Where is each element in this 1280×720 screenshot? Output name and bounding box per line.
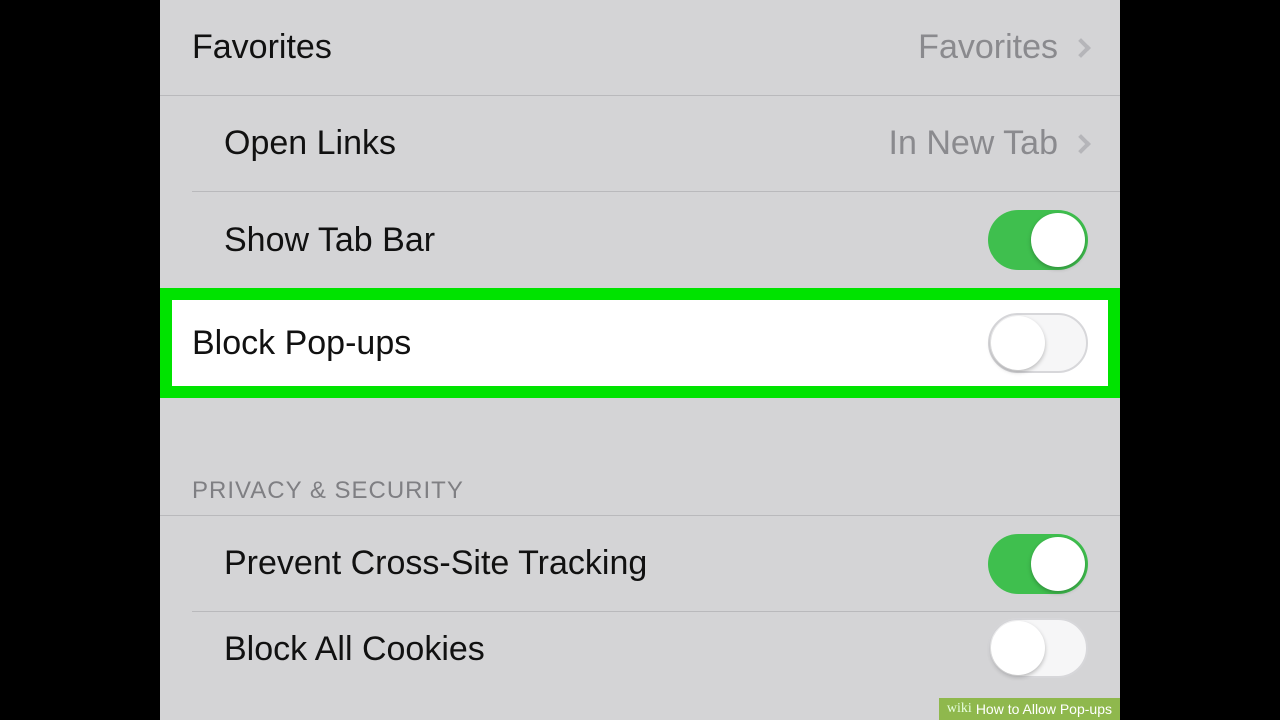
favorites-value-wrap: Favorites (918, 28, 1088, 67)
watermark: wiki How to Allow Pop-ups (939, 698, 1120, 720)
highlight-block-popups: Block Pop-ups (160, 288, 1120, 398)
favorites-label: Favorites (192, 28, 332, 67)
open-links-label: Open Links (224, 124, 396, 163)
chevron-right-icon (1071, 38, 1091, 58)
prevent-cross-site-label: Prevent Cross-Site Tracking (224, 544, 647, 583)
show-tab-bar-toggle[interactable] (988, 210, 1088, 270)
row-show-tab-bar: Show Tab Bar (192, 192, 1120, 288)
watermark-title: How to Allow Pop-ups (976, 701, 1112, 717)
row-block-all-cookies: Block All Cookies (192, 612, 1120, 672)
settings-panel: Favorites Favorites Open Links In New Ta… (160, 0, 1120, 720)
toggle-knob-icon (1031, 213, 1085, 267)
row-block-popups: Block Pop-ups (172, 300, 1108, 386)
block-popups-toggle[interactable] (988, 313, 1088, 373)
row-favorites[interactable]: Favorites Favorites (160, 0, 1120, 96)
block-all-cookies-toggle[interactable] (988, 618, 1088, 678)
chevron-right-icon (1071, 134, 1091, 154)
toggle-knob-icon (991, 316, 1045, 370)
open-links-value: In New Tab (889, 124, 1058, 163)
section-header-privacy: PRIVACY & SECURITY (160, 458, 1120, 516)
toggle-knob-icon (1031, 537, 1085, 591)
section-gap (160, 398, 1120, 458)
show-tab-bar-label: Show Tab Bar (224, 221, 435, 260)
open-links-value-wrap: In New Tab (889, 124, 1088, 163)
row-prevent-cross-site: Prevent Cross-Site Tracking (192, 516, 1120, 612)
prevent-cross-site-toggle[interactable] (988, 534, 1088, 594)
toggle-knob-icon (991, 621, 1045, 675)
favorites-value: Favorites (918, 28, 1058, 67)
watermark-brand: wiki (947, 701, 972, 717)
row-open-links[interactable]: Open Links In New Tab (192, 96, 1120, 192)
block-popups-label: Block Pop-ups (192, 324, 411, 363)
block-all-cookies-label: Block All Cookies (224, 630, 485, 669)
